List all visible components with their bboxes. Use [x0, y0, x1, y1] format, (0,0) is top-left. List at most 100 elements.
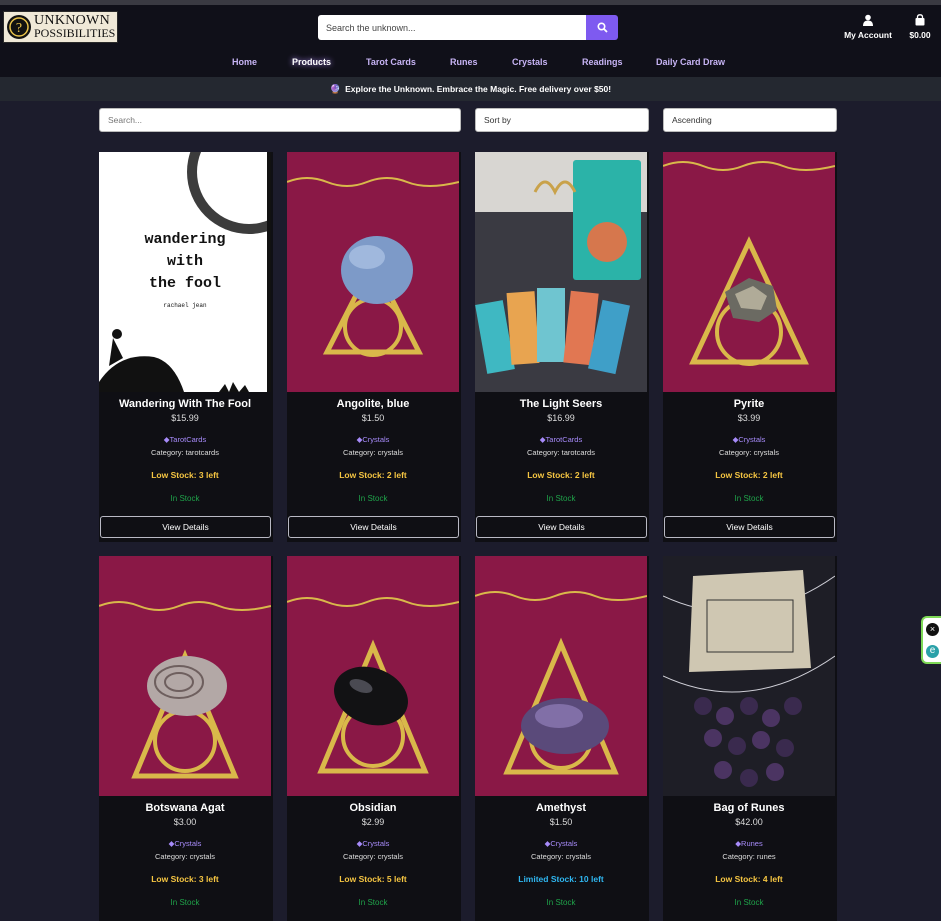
product-category: Category: tarotcards [527, 448, 595, 457]
nav-crystals[interactable]: Crystals [512, 57, 548, 67]
product-price: $3.00 [173, 817, 197, 827]
filter-bar: Sort by Ascending [0, 108, 941, 132]
availability-status: In Stock [358, 494, 388, 503]
product-category: Category: crystals [154, 852, 216, 861]
book-title-line2: with [167, 253, 203, 270]
widget-logo-icon[interactable]: e [926, 645, 939, 658]
svg-text:?: ? [16, 21, 22, 36]
product-card: Bag of Runes $42.00 ◆Runes Category: run… [663, 556, 837, 921]
logo-mark-icon: ? [4, 12, 34, 42]
nav-daily-card-draw[interactable]: Daily Card Draw [656, 57, 725, 67]
availability-status: In Stock [546, 898, 576, 907]
stock-level: Low Stock: 5 left [339, 874, 407, 884]
product-tag-label: Crystals [174, 839, 202, 848]
floating-widget[interactable]: × e [921, 616, 941, 664]
header-search [318, 15, 618, 40]
search-input[interactable] [318, 15, 586, 40]
product-tag-label: Crystals [362, 839, 390, 848]
product-price: $15.99 [171, 413, 199, 423]
logo[interactable]: ? UNKNOWN POSSIBILITIES [3, 11, 118, 43]
order-select[interactable]: Ascending [663, 108, 837, 132]
search-button[interactable] [586, 15, 618, 40]
nav-readings[interactable]: Readings [582, 57, 623, 67]
product-title: Pyrite [733, 398, 765, 410]
product-card: Botswana Agat $3.00 ◆Crystals Category: … [99, 556, 273, 921]
stock-level: Low Stock: 4 left [715, 874, 783, 884]
nav-home[interactable]: Home [232, 57, 257, 67]
product-image-runes[interactable] [663, 556, 835, 796]
product-title: Bag of Runes [713, 802, 785, 814]
view-details-button[interactable]: View Details [100, 516, 271, 538]
product-card: The Light Seers $16.99 ◆TarotCards Categ… [475, 152, 649, 542]
logo-line2: POSSIBILITIES [34, 26, 116, 40]
product-image-amethyst[interactable] [475, 556, 647, 796]
view-details-button[interactable]: View Details [288, 516, 459, 538]
order-select-value: Ascending [672, 115, 712, 125]
stock-level: Low Stock: 2 left [339, 470, 407, 480]
promo-banner: 🔮 Explore the Unknown. Embrace the Magic… [0, 77, 941, 101]
product-image-book-cover[interactable]: wandering with the fool rachael jean [99, 152, 271, 392]
stock-level: Low Stock: 2 left [527, 470, 595, 480]
product-category: Category: tarotcards [151, 448, 219, 457]
product-category: Category: crystals [342, 448, 404, 457]
product-tag[interactable]: ◆TarotCards [475, 435, 647, 444]
view-details-button[interactable]: View Details [664, 516, 835, 538]
crystal-ball-icon: 🔮 [329, 83, 342, 94]
product-tag[interactable]: ◆Crystals [663, 435, 835, 444]
product-price: $2.99 [361, 817, 385, 827]
availability-status: In Stock [170, 494, 200, 503]
product-tag[interactable]: ◆Crystals [287, 435, 459, 444]
product-tag-label: Runes [741, 839, 763, 848]
shopping-bag-icon [915, 14, 925, 26]
nav-products[interactable]: Products [292, 57, 331, 67]
product-category: Category: runes [722, 852, 776, 861]
product-tag-label: TarotCards [169, 435, 207, 444]
product-title: Wandering With The Fool [118, 398, 252, 410]
product-price: $3.99 [737, 413, 761, 423]
sort-select[interactable]: Sort by [475, 108, 649, 132]
nav-runes[interactable]: Runes [450, 57, 478, 67]
product-card: Obsidian $2.99 ◆Crystals Category: cryst… [287, 556, 461, 921]
product-tag[interactable]: ◆TarotCards [99, 435, 271, 444]
search-icon [596, 22, 608, 33]
product-tag[interactable]: ◆Crystals [99, 839, 271, 848]
stock-level: Low Stock: 3 left [151, 470, 219, 480]
product-price: $1.50 [549, 817, 573, 827]
product-tag-label: Crystals [362, 435, 390, 444]
product-title: Obsidian [349, 802, 397, 814]
view-details-button[interactable]: View Details [476, 516, 647, 538]
product-image-tarot-deck[interactable] [475, 152, 647, 392]
product-tag-label: TarotCards [545, 435, 583, 444]
cart-link[interactable]: $0.00 [904, 14, 936, 40]
product-tag[interactable]: ◆Crystals [475, 839, 647, 848]
book-author: rachael jean [163, 302, 207, 309]
availability-status: In Stock [734, 494, 764, 503]
stock-level: Limited Stock: 10 left [518, 874, 604, 884]
product-tag[interactable]: ◆Crystals [287, 839, 459, 848]
user-icon [863, 14, 873, 26]
close-icon[interactable]: × [926, 623, 939, 636]
product-image-obsidian[interactable] [287, 556, 459, 796]
product-image-agate[interactable] [99, 556, 271, 796]
product-card: Amethyst $1.50 ◆Crystals Category: cryst… [475, 556, 649, 921]
availability-status: In Stock [734, 898, 764, 907]
my-account-link[interactable]: My Account [840, 14, 896, 40]
product-price: $42.00 [735, 817, 763, 827]
stock-level: Low Stock: 3 left [151, 874, 219, 884]
product-card: Pyrite $3.99 ◆Crystals Category: crystal… [663, 152, 837, 542]
product-tag[interactable]: ◆Runes [663, 839, 835, 848]
product-tag-label: Crystals [550, 839, 578, 848]
product-card: wandering with the fool rachael jean Wan… [99, 152, 273, 542]
availability-status: In Stock [546, 494, 576, 503]
stock-level: Low Stock: 2 left [715, 470, 783, 480]
nav-tarot-cards[interactable]: Tarot Cards [366, 57, 416, 67]
main-nav: Home Products Tarot Cards Runes Crystals… [0, 57, 941, 75]
product-tag-label: Crystals [738, 435, 766, 444]
product-category: Category: crystals [530, 852, 592, 861]
product-title: Amethyst [535, 802, 587, 814]
product-image-pyrite[interactable] [663, 152, 835, 392]
sort-select-value: Sort by [484, 115, 511, 125]
site-header: ? UNKNOWN POSSIBILITIES My Account $0.00 [0, 5, 941, 77]
product-search-input[interactable] [99, 108, 461, 132]
product-image-crystal[interactable] [287, 152, 459, 392]
